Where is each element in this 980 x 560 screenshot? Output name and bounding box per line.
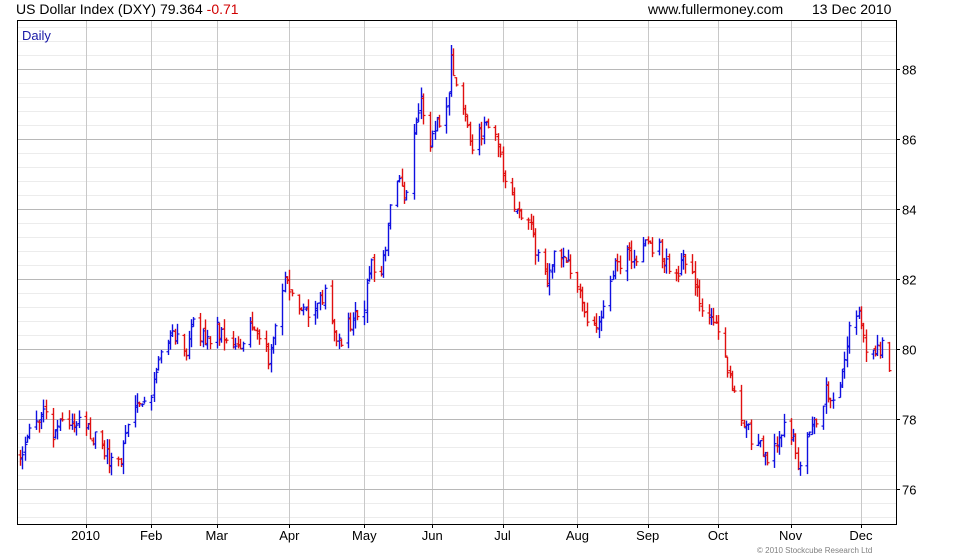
y-tick-label: 82 [902,273,916,288]
y-tick-label: 86 [902,133,916,148]
y-tick-label: 80 [902,343,916,358]
x-tick-label: May [352,528,377,543]
ohlc-bars [18,44,892,476]
x-tick-label: Jul [494,528,511,543]
y-tick-label: 76 [902,483,916,498]
copyright-note: © 2010 Stockcube Research Ltd [757,546,873,555]
y-tick-label: 78 [902,413,916,428]
x-tick-label: Jun [422,528,443,543]
x-tick-label: Sep [636,528,659,543]
x-tick-label: Feb [140,528,162,543]
period-label: Daily [22,28,51,43]
y-tick-label: 84 [902,203,916,218]
y-tick-label: 88 [902,63,916,78]
x-tick-label: Aug [566,528,589,543]
x-tick-label: Nov [779,528,803,543]
x-tick-label: Dec [849,528,873,543]
x-tick-label: Mar [206,528,229,543]
x-tick-label: Apr [279,528,300,543]
x-tick-label: Oct [708,528,729,543]
plot-frame [17,20,897,525]
x-tick-label: 2010 [71,528,100,543]
price-chart: 76 78 80 82 84 86 88 2010 Feb Mar Apr May Jun Jul Aug S… [17,20,916,543]
